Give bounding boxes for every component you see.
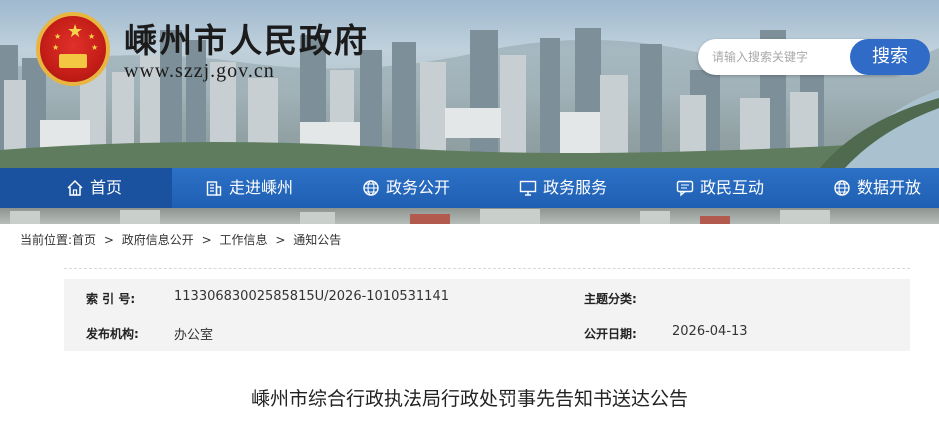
article-title: 嵊州市综合行政执法局行政处罚事先告知书送达公告	[250, 388, 688, 410]
publisher-label: 发布机构:	[86, 327, 139, 341]
breadcrumb-prefix: 当前位置:	[20, 233, 73, 247]
header-banner: ★ ★ ★ ★ ★ 嵊州市人民政府 www.szzj.gov.cn 搜索	[0, 0, 939, 168]
search-input[interactable]	[712, 48, 832, 66]
globe-icon	[363, 180, 379, 196]
date-value: 2026-04-13	[672, 324, 748, 339]
nav-item-open-data[interactable]: 数据开放	[833, 168, 921, 208]
building-icon	[206, 181, 222, 196]
home-icon	[67, 179, 83, 196]
search-button[interactable]: 搜索	[850, 39, 930, 75]
breadcrumb-separator: >	[103, 233, 114, 247]
nav-item-label: 政务服务	[543, 178, 608, 197]
nav-item-label: 政民互动	[700, 178, 765, 197]
index-value: 11330683002585815U/2026-1010531141	[174, 289, 449, 304]
nav-item-label: 走进嵊州	[229, 178, 294, 197]
nav-item-label: 政务公开	[386, 178, 451, 197]
breadcrumb-gov-info[interactable]: 政府信息公开	[122, 233, 194, 247]
breadcrumb: 当前位置:首页 > 政府信息公开 > 工作信息 > 通知公告	[20, 231, 345, 248]
national-emblem-logo: ★ ★ ★ ★ ★	[36, 12, 110, 86]
nav-item-label: 首页	[90, 178, 123, 197]
index-label: 索 引 号:	[86, 292, 136, 306]
monitor-icon	[519, 180, 537, 196]
document-info-table: 索 引 号: 11330683002585815U/2026-101053114…	[64, 279, 910, 351]
nav-item-label: 数据开放	[857, 178, 922, 197]
nav-item-about[interactable]: 走进嵊州	[205, 168, 293, 208]
site-url[interactable]: www.szzj.gov.cn	[124, 60, 275, 83]
breadcrumb-separator: >	[201, 233, 212, 247]
topic-label: 主题分类:	[584, 292, 637, 306]
breadcrumb-notices[interactable]: 通知公告	[293, 233, 341, 247]
banner-strip	[0, 208, 939, 224]
globe-icon	[834, 180, 850, 196]
date-label: 公开日期:	[584, 327, 637, 341]
breadcrumb-home[interactable]: 首页	[72, 233, 96, 247]
nav-item-interaction[interactable]: 政民互动	[676, 168, 764, 208]
chat-icon	[676, 180, 694, 197]
site-title[interactable]: 嵊州市人民政府	[124, 14, 369, 62]
divider	[64, 268, 910, 269]
publisher-value: 办公室	[174, 328, 214, 343]
breadcrumb-separator: >	[275, 233, 286, 247]
nav-item-gov-info[interactable]: 政务公开	[362, 168, 450, 208]
breadcrumb-work-info[interactable]: 工作信息	[220, 233, 268, 247]
nav-item-services[interactable]: 政务服务	[519, 168, 607, 208]
main-nav: 首页 走进嵊州 政务公开 政务服务 政民互动 数据开放	[0, 168, 939, 208]
nav-item-home[interactable]: 首页	[0, 168, 172, 208]
